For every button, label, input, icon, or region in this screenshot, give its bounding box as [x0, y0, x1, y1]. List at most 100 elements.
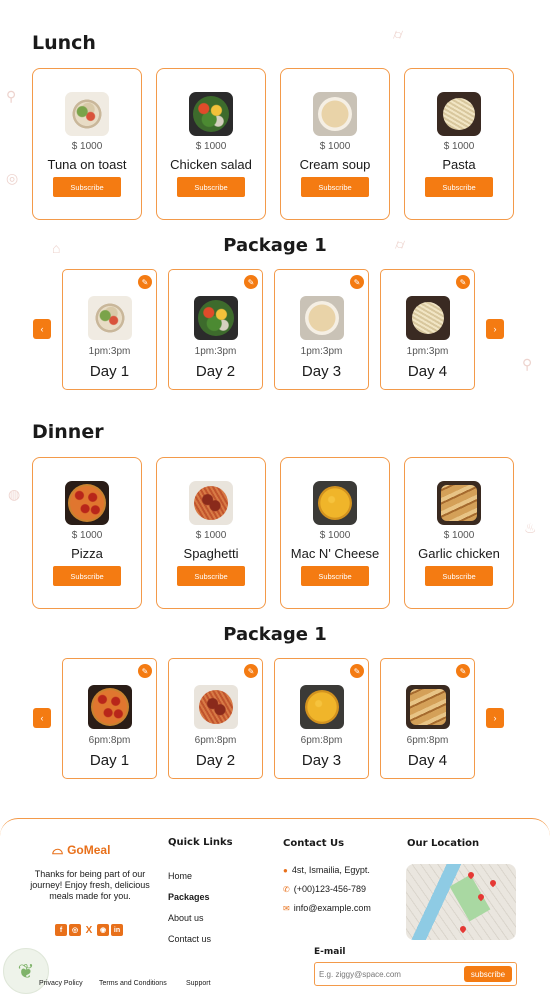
food-image	[189, 481, 233, 525]
address-text: 4st, Ismailia, Egypt.	[291, 865, 370, 875]
food-name: Pizza	[71, 546, 103, 561]
contact-address: ● 4st, Ismailia, Egypt.	[283, 865, 370, 875]
subscribe-button[interactable]: Subscribe	[301, 177, 369, 197]
time-slot: 6pm:8pm	[88, 735, 131, 746]
time-slot: 6pm:8pm	[406, 735, 449, 746]
next-arrow-button[interactable]: ›	[486, 319, 504, 339]
food-image	[405, 296, 450, 340]
package-day-card[interactable]: ✎ 6pm:8pm Day 4	[380, 658, 475, 779]
price: $ 1000	[443, 530, 475, 541]
time-slot: 6pm:8pm	[300, 735, 343, 746]
time-slot: 1pm:3pm	[194, 346, 237, 357]
package-day-card[interactable]: ✎ 6pm:8pm Day 2	[168, 658, 263, 779]
package-day-card[interactable]: ✎ 1pm:3pm Day 2	[168, 269, 263, 390]
food-name: Tuna on toast	[47, 157, 127, 172]
food-image	[299, 296, 344, 340]
edit-icon[interactable]: ✎	[138, 664, 152, 678]
price: $ 1000	[195, 141, 227, 152]
package-day-card[interactable]: ✎ 1pm:3pm Day 1	[62, 269, 157, 390]
day-label: Day 2	[195, 363, 236, 380]
edit-icon[interactable]: ✎	[244, 275, 258, 289]
linkedin-icon[interactable]: in	[111, 924, 123, 936]
subscribe-button[interactable]: Subscribe	[53, 566, 121, 586]
map-park	[449, 874, 491, 922]
lunch-menu-row: $ 1000 Tuna on toast Subscribe $ 1000 Ch…	[32, 68, 514, 220]
edit-icon[interactable]: ✎	[456, 275, 470, 289]
food-image	[65, 481, 109, 525]
food-image	[87, 685, 132, 729]
edit-icon[interactable]: ✎	[244, 664, 258, 678]
food-image	[87, 296, 132, 340]
menu-card: $ 1000 Garlic chicken Subscribe	[404, 457, 514, 609]
food-image	[437, 481, 481, 525]
footer-link-packages[interactable]: Packages	[168, 892, 210, 902]
support-link[interactable]: Support	[186, 980, 211, 987]
subscribe-button[interactable]: Subscribe	[177, 177, 245, 197]
dinner-title: Dinner	[32, 421, 104, 443]
package-day-card[interactable]: ✎ 1pm:3pm Day 3	[274, 269, 369, 390]
logo[interactable]: ⌓ GoMeal	[52, 841, 110, 858]
cupcake-doodle-icon: ♨	[524, 520, 537, 536]
x-icon[interactable]: X	[83, 924, 95, 936]
subscribe-button[interactable]: Subscribe	[53, 177, 121, 197]
subscribe-button[interactable]: Subscribe	[301, 566, 369, 586]
quick-links-title: Quick Links	[168, 837, 233, 848]
location-map[interactable]	[406, 864, 516, 940]
subscribe-button[interactable]: Subscribe	[425, 177, 493, 197]
food-image	[189, 92, 233, 136]
dinner-package-title: Package 1	[223, 624, 327, 645]
blender-doodle-icon: ⚲	[522, 356, 533, 372]
menu-card: $ 1000 Tuna on toast Subscribe	[32, 68, 142, 220]
edit-icon[interactable]: ✎	[138, 275, 152, 289]
prev-arrow-button[interactable]: ‹	[33, 708, 51, 728]
package-day-card[interactable]: ✎ 1pm:3pm Day 4	[380, 269, 475, 390]
time-slot: 6pm:8pm	[194, 735, 237, 746]
next-arrow-button[interactable]: ›	[486, 708, 504, 728]
phone-icon: ✆	[283, 884, 290, 894]
price: $ 1000	[71, 141, 103, 152]
footer-link-contact[interactable]: Contact us	[168, 934, 211, 944]
dinner-menu-row: $ 1000 Pizza Subscribe $ 1000 Spaghetti …	[32, 457, 514, 609]
price: $ 1000	[319, 141, 351, 152]
instagram-icon[interactable]: ◎	[69, 924, 81, 936]
privacy-policy-link[interactable]: Privacy Policy	[39, 980, 83, 987]
food-name: Spaghetti	[183, 546, 239, 561]
food-image	[313, 92, 357, 136]
github-icon[interactable]: ◉	[97, 924, 109, 936]
terms-link[interactable]: Terms and Conditions	[99, 980, 167, 987]
contact-title: Contact Us	[283, 838, 345, 849]
food-name: Cream soup	[299, 157, 371, 172]
food-name: Garlic chicken	[418, 546, 500, 561]
email-text[interactable]: info@example.com	[294, 903, 371, 913]
location-title: Our Location	[407, 838, 480, 849]
dinner-package-row: ✎ 6pm:8pm Day 1 ✎ 6pm:8pm Day 2 ✎ 6pm:8p…	[62, 658, 475, 779]
edit-icon[interactable]: ✎	[456, 664, 470, 678]
prev-arrow-button[interactable]: ‹	[33, 319, 51, 339]
footer-link-home[interactable]: Home	[168, 871, 192, 881]
email-input[interactable]	[319, 969, 459, 979]
food-name: Pasta	[442, 157, 476, 172]
edit-icon[interactable]: ✎	[350, 664, 364, 678]
contact-email: ✉ info@example.com	[283, 903, 371, 913]
facebook-icon[interactable]: f	[55, 924, 67, 936]
plate-doodle-icon: ◎	[6, 170, 19, 186]
time-slot: 1pm:3pm	[300, 346, 343, 357]
package-day-card[interactable]: ✎ 6pm:8pm Day 1	[62, 658, 157, 779]
edit-icon[interactable]: ✎	[350, 275, 364, 289]
newsletter-subscribe-button[interactable]: subscribe	[464, 966, 512, 982]
price: $ 1000	[71, 530, 103, 541]
day-label: Day 4	[407, 363, 448, 380]
leaf-badge-icon: ❦	[3, 948, 49, 994]
pizza-doodle-icon: ◍	[8, 486, 21, 502]
price: $ 1000	[319, 530, 351, 541]
footer-link-about[interactable]: About us	[168, 913, 204, 923]
hotdog-doodle-icon: ⌭	[393, 26, 404, 42]
subscribe-button[interactable]: Subscribe	[425, 566, 493, 586]
cloche-icon: ⌓	[52, 841, 64, 857]
price: $ 1000	[195, 530, 227, 541]
newsletter-form: subscribe	[314, 962, 517, 986]
lunch-package-row: ✎ 1pm:3pm Day 1 ✎ 1pm:3pm Day 2 ✎ 1pm:3p…	[62, 269, 475, 390]
day-label: Day 4	[407, 752, 448, 769]
subscribe-button[interactable]: Subscribe	[177, 566, 245, 586]
package-day-card[interactable]: ✎ 6pm:8pm Day 3	[274, 658, 369, 779]
